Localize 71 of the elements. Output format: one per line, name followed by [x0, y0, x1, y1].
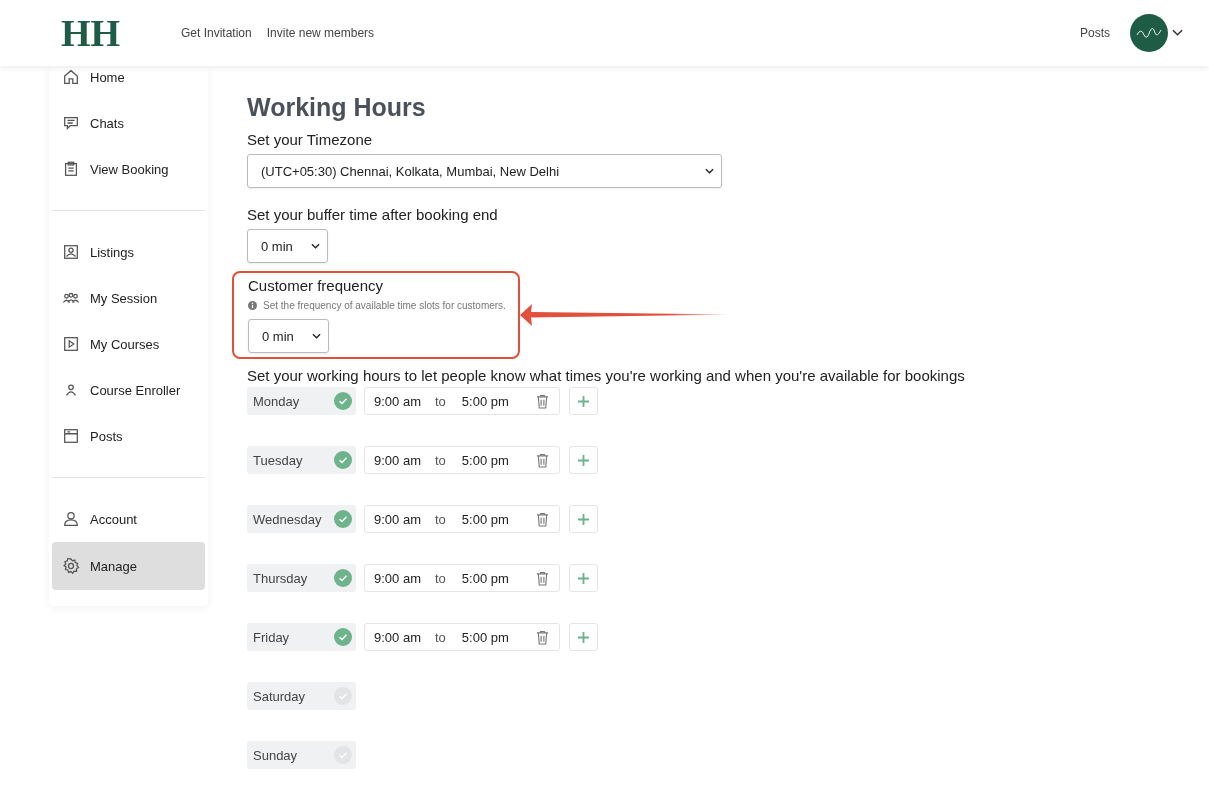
day-toggle[interactable]: Saturday [247, 682, 356, 710]
check-icon[interactable] [334, 451, 352, 469]
info-icon [248, 301, 257, 310]
day-toggle[interactable]: Tuesday [247, 446, 356, 474]
gear-icon [62, 557, 80, 575]
play-icon [62, 335, 80, 353]
check-icon[interactable] [334, 510, 352, 528]
sidebar-item[interactable]: Course Enroller [52, 367, 205, 413]
day-toggle[interactable]: Monday [247, 387, 356, 415]
sidebar-item[interactable]: Posts [52, 413, 205, 459]
listing-icon [62, 243, 80, 261]
caret-icon[interactable] [1172, 29, 1183, 37]
page-title: Working Hours [247, 93, 426, 122]
check-icon[interactable] [334, 569, 352, 587]
add-slot-button[interactable] [569, 623, 598, 651]
chevron-icon [312, 333, 321, 339]
chat-icon [62, 114, 80, 132]
trash-icon[interactable] [536, 511, 549, 527]
time-range-field[interactable]: 9:00 am to 5:00 pm [364, 564, 560, 592]
day-toggle[interactable]: Friday [247, 623, 356, 651]
trash-icon[interactable] [536, 570, 549, 586]
day-toggle[interactable]: Thursday [247, 564, 356, 592]
sidebar-item[interactable]: Home [52, 66, 205, 88]
plus-icon [578, 631, 589, 643]
posts-icon [62, 427, 80, 445]
nav-link[interactable]: Invite new members [266, 26, 375, 40]
sidebar-item[interactable]: Chats [52, 100, 205, 146]
sidebar-item[interactable]: My Session [52, 275, 205, 321]
chevron-icon [311, 243, 320, 249]
plus-icon [578, 513, 589, 525]
frequency-select[interactable]: 0 min [248, 319, 329, 353]
day-toggle[interactable]: Sunday [247, 741, 356, 769]
plus-icon [578, 572, 589, 584]
field-label: Set your working hours to let people know what times you're working and when you're available for bookings [247, 367, 965, 384]
check-icon[interactable] [334, 746, 352, 764]
hint-text: Set the frequency of available time slots for customers. [263, 300, 506, 311]
home-icon [62, 68, 80, 86]
check-icon[interactable] [334, 687, 352, 705]
chevron-icon [705, 168, 714, 174]
trash-icon[interactable] [536, 452, 549, 468]
plus-icon [578, 454, 589, 466]
sidebar-item[interactable]: Manage [52, 542, 205, 590]
add-slot-button[interactable] [569, 505, 598, 533]
account-icon [62, 510, 80, 528]
trash-icon[interactable] [536, 629, 549, 645]
sidebar-item[interactable]: Account [52, 496, 205, 542]
add-slot-button[interactable] [569, 446, 598, 474]
sidebar-item[interactable]: My Courses [52, 321, 205, 367]
timezone-select[interactable]: (UTC+05:30) Chennai, Kolkata, Mumbai, New Delhi [247, 154, 722, 188]
day-toggle[interactable]: Wednesday [247, 505, 356, 533]
field-label: Set your buffer time after booking end [247, 206, 498, 223]
sidebar-item[interactable]: Listings [52, 229, 205, 275]
logo[interactable]: HH [61, 11, 181, 55]
time-range-field[interactable]: 9:00 am to 5:00 pm [364, 387, 560, 415]
buffer-select[interactable]: 0 min [247, 229, 328, 263]
check-icon[interactable] [334, 628, 352, 646]
avatar-icon[interactable] [1129, 13, 1169, 53]
add-slot-button[interactable] [569, 564, 598, 592]
clipboard-icon [62, 160, 80, 178]
nav-link[interactable]: Posts [1080, 26, 1110, 40]
field-label: Set your Timezone [247, 131, 373, 148]
field-label: Customer frequency [248, 277, 385, 294]
time-range-field[interactable]: 9:00 am to 5:00 pm [364, 623, 560, 651]
check-icon[interactable] [334, 392, 352, 410]
sidebar-item[interactable]: View Booking [52, 146, 205, 192]
add-slot-button[interactable] [569, 387, 598, 415]
trash-icon[interactable] [536, 393, 549, 409]
plus-icon [578, 395, 589, 407]
time-range-field[interactable]: 9:00 am to 5:00 pm [364, 446, 560, 474]
time-range-field[interactable]: 9:00 am to 5:00 pm [364, 505, 560, 533]
nav-link[interactable]: Get Invitation [181, 26, 252, 40]
